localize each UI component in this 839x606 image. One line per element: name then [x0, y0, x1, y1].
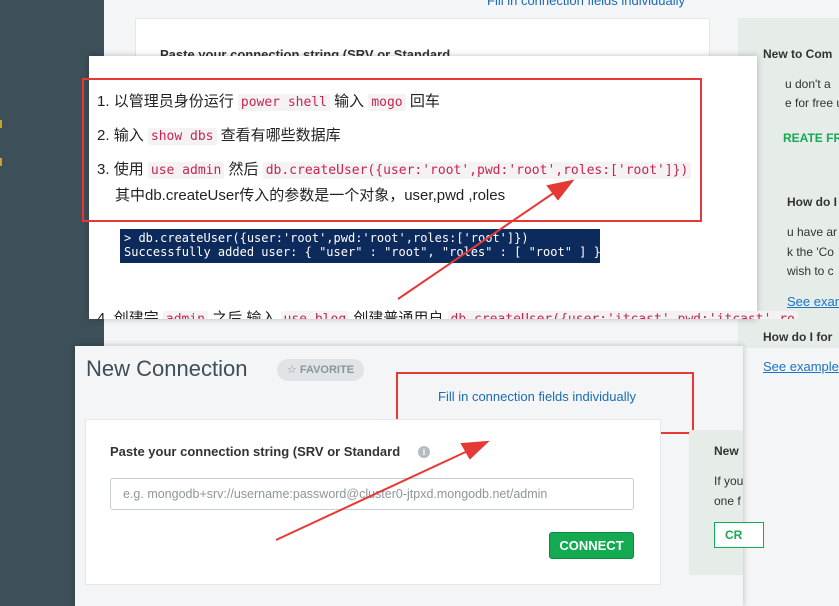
sidebar-marker [0, 120, 2, 128]
step-text: 输入 [334, 93, 365, 110]
step-text: 以管理员身份运行 [113, 93, 234, 110]
step-number: 3. [97, 161, 110, 178]
star-icon: ☆ [286, 364, 297, 376]
step-text: 输入 [113, 127, 144, 144]
inline-code: admin [162, 311, 209, 319]
step-text: 之后 输入 [212, 310, 277, 319]
bg-fill-link[interactable]: Fill in connection fields individually [487, 0, 685, 8]
paste-label: Paste your connection string (SRV or Sta… [110, 444, 401, 459]
step-3: 3. 使用 use admin 然后 db.createUser({user:'… [97, 158, 692, 179]
bg-see-example-link[interactable]: See example [787, 294, 839, 309]
terminal-line: > db.createUser({user:'root',pwd:'root',… [124, 231, 529, 245]
connection-string-input[interactable] [110, 478, 634, 510]
bg-faq-title: How do I fin [787, 195, 839, 209]
step-1: 1. 以管理员身份运行 power shell 输入 mogo 回车 [97, 90, 440, 111]
step-text: 使用 [113, 161, 144, 178]
bg-faq-text: k the 'Co [787, 245, 834, 259]
connect-button[interactable]: CONNECT [549, 532, 634, 559]
create-cluster-button[interactable]: CR [714, 522, 764, 548]
bg-faq-text: wish to c [787, 264, 834, 278]
terminal-line: Successfully added user: { "user" : "roo… [124, 245, 600, 259]
inline-code: use admin [147, 162, 225, 179]
step-number: 2. [97, 127, 110, 144]
step-text: 查看有哪些数据库 [220, 127, 341, 144]
step-text: 创建普通用户 [353, 310, 444, 319]
inline-code: db.createUser({user:'itcast',pwd:'itcast… [447, 311, 798, 319]
inline-code: show dbs [147, 128, 217, 145]
right-text: one f [714, 494, 741, 508]
step-number: 1. [97, 93, 110, 110]
sidebar-marker [0, 158, 2, 166]
favorite-label: FAVORITE [299, 364, 355, 376]
step-text: 创建完 [113, 310, 159, 319]
terminal-output: > db.createUser({user:'root',pwd:'root',… [120, 229, 600, 263]
bg-right-title: New to Com [763, 47, 833, 61]
page-title: New Connection [86, 356, 248, 381]
inline-code: mogo [368, 94, 406, 111]
connection-right-panel: New If you one f [689, 430, 743, 575]
bg-see-example-link[interactable]: See example [763, 359, 839, 374]
bg-create-button[interactable]: REATE FR [783, 131, 839, 145]
step-text: 回车 [409, 93, 440, 110]
right-title: New [714, 444, 739, 458]
bg-faq-title: How do I for [763, 330, 833, 344]
step-number: 4. [97, 310, 110, 319]
bg-right-text: u don't a [785, 77, 831, 91]
step-2: 2. 输入 show dbs 查看有哪些数据库 [97, 124, 341, 145]
inline-code: use blog [280, 311, 350, 319]
bg-right-text: e for free u [785, 96, 839, 110]
right-text: If you [714, 474, 743, 488]
bg-faq-text: u have ar [787, 225, 838, 239]
inline-code: db.createUser({user:'root',pwd:'root',ro… [262, 162, 692, 179]
step-4: 4. 创建完 admin 之后 输入 use blog 创建普通用户 db.cr… [97, 308, 798, 319]
inline-code: power shell [237, 94, 330, 111]
favorite-button[interactable]: ☆ FAVORITE [277, 359, 364, 381]
step-3-detail: 其中db.createUser传入的参数是一个对象，user,pwd ,role… [115, 187, 506, 204]
info-icon[interactable]: i [418, 446, 430, 458]
step-text: 然后 [228, 161, 259, 178]
